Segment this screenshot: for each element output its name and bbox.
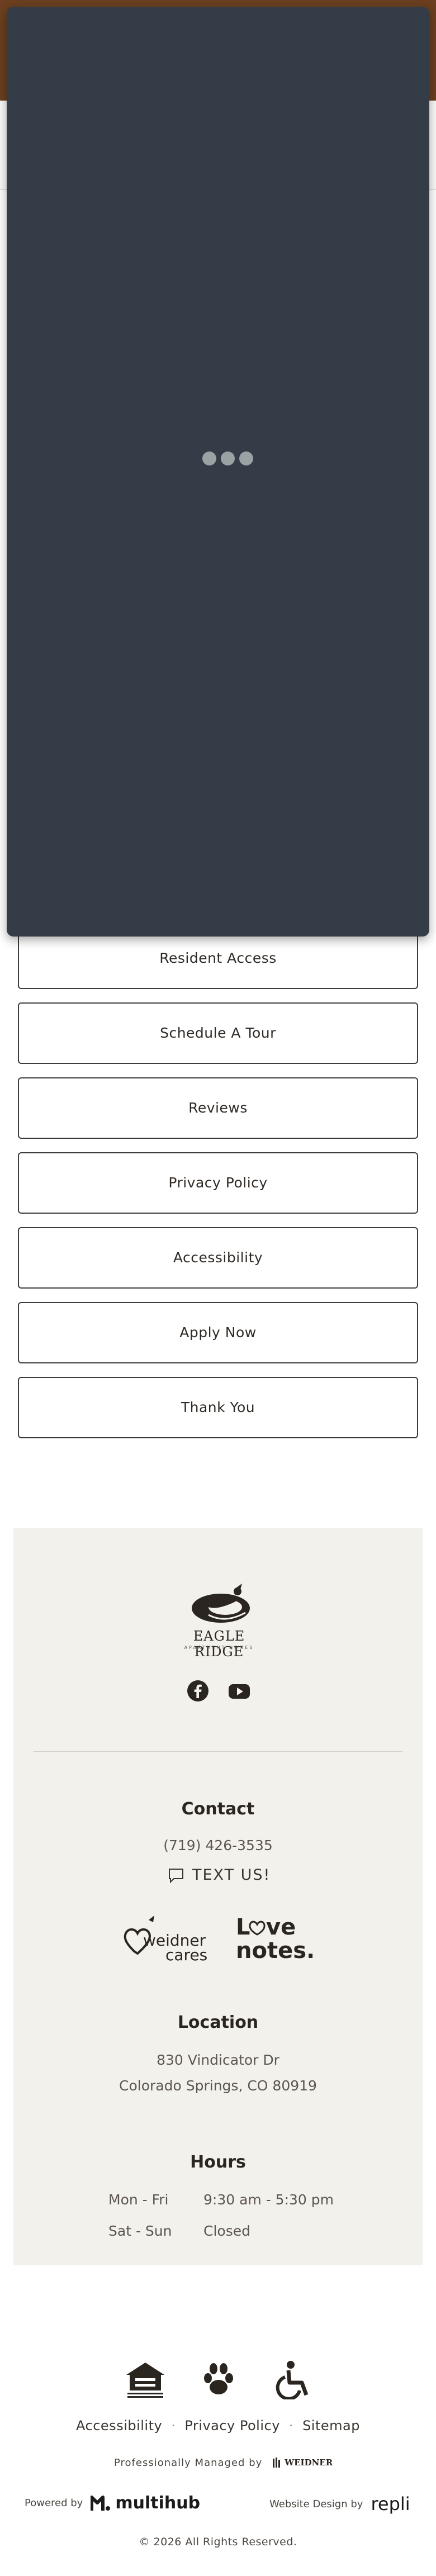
managed-by: Professionally Managed by WEIDNER bbox=[114, 2456, 333, 2469]
multihub-mark-icon bbox=[91, 2495, 111, 2511]
weidner-logo[interactable]: WEIDNER bbox=[272, 2456, 333, 2469]
text-us-label: TEXT US! bbox=[192, 1866, 271, 1884]
svg-text:notes.: notes. bbox=[236, 1938, 315, 1964]
hours-time: Closed bbox=[203, 2223, 250, 2239]
copyright: © 2026 All Rights Reserved. bbox=[139, 2536, 297, 2548]
footer-links: Accessibility · Privacy Policy · Sitemap bbox=[0, 2418, 436, 2434]
footer-divider bbox=[34, 1751, 402, 1752]
link-resident-access[interactable]: Resident Access bbox=[18, 928, 418, 989]
link-thank-you[interactable]: Thank You bbox=[18, 1377, 418, 1438]
text-us-link[interactable]: TEXT US! bbox=[168, 1866, 271, 1884]
link-accessibility[interactable]: Accessibility bbox=[18, 1227, 418, 1289]
link-privacy-policy[interactable]: Privacy Policy bbox=[18, 1152, 418, 1214]
location-heading: Location bbox=[177, 2013, 259, 2032]
weidner-mark-icon bbox=[273, 2458, 281, 2468]
hours-time: 9:30 am - 5:30 pm bbox=[203, 2192, 334, 2208]
address-line-2[interactable]: Colorado Springs, CO 80919 bbox=[13, 2078, 423, 2094]
svg-text:L: L bbox=[236, 1914, 250, 1940]
link-reviews[interactable]: Reviews bbox=[18, 1077, 418, 1139]
youtube-icon[interactable] bbox=[228, 1680, 250, 1702]
multihub-logo[interactable]: multihub bbox=[91, 2493, 200, 2513]
design-by: Website Design by repli bbox=[269, 2493, 410, 2515]
link-separator: · bbox=[288, 2418, 294, 2434]
chat-icon bbox=[169, 1868, 183, 1883]
address-line-1[interactable]: 830 Vindicator Dr bbox=[13, 2052, 423, 2068]
svg-text:cares: cares bbox=[165, 1946, 207, 1964]
phone-link[interactable]: (719) 426-3535 bbox=[13, 1837, 423, 1853]
footer-link-privacy-policy[interactable]: Privacy Policy bbox=[184, 2418, 280, 2434]
weidner-wordmark: WEIDNER bbox=[285, 2458, 333, 2468]
powered-by: Powered by multihub bbox=[25, 2493, 200, 2513]
loading-indicator bbox=[202, 451, 253, 465]
quick-links: Resident Access Schedule A Tour Reviews … bbox=[18, 928, 418, 1452]
eagle-ridge-logo[interactable]: EAGLE RIDGE APARTMENT HOMES bbox=[172, 1579, 267, 1660]
hours-day: Mon - Fri bbox=[108, 2192, 169, 2208]
footer-link-accessibility[interactable]: Accessibility bbox=[76, 2418, 162, 2434]
eagle-icon bbox=[192, 1584, 250, 1623]
loading-modal bbox=[7, 7, 429, 937]
hours-heading: Hours bbox=[190, 2152, 246, 2172]
love-notes-logo[interactable]: L ve notes. bbox=[235, 1913, 319, 1966]
svg-text:ve: ve bbox=[266, 1914, 296, 1940]
loading-dot bbox=[239, 451, 253, 465]
logo-wordmark: EAGLE RIDGE bbox=[193, 1628, 245, 1660]
hours-day: Sat - Sun bbox=[108, 2223, 172, 2239]
pet-friendly-icon bbox=[199, 2360, 238, 2402]
equal-housing-icon bbox=[124, 2360, 167, 2402]
accessibility-icon bbox=[274, 2360, 313, 2402]
footer-link-sitemap[interactable]: Sitemap bbox=[302, 2418, 360, 2434]
powered-by-label: Powered by bbox=[25, 2497, 83, 2509]
footer-card: EAGLE RIDGE APARTMENT HOMES Contact (719… bbox=[13, 1528, 423, 2265]
link-apply-now[interactable]: Apply Now bbox=[18, 1302, 418, 1363]
weidner-cares-logo[interactable]: weidner cares bbox=[121, 1913, 216, 1966]
logo-tagline: APARTMENT HOMES bbox=[184, 1645, 254, 1650]
link-schedule-a-tour[interactable]: Schedule A Tour bbox=[18, 1002, 418, 1064]
facebook-icon[interactable] bbox=[187, 1680, 209, 1702]
loading-dot bbox=[202, 451, 216, 465]
contact-heading: Contact bbox=[181, 1799, 255, 1819]
link-separator: · bbox=[171, 2418, 176, 2434]
repli-logo[interactable]: repli bbox=[371, 2493, 410, 2515]
managed-by-label: Professionally Managed by bbox=[114, 2456, 263, 2469]
loading-dot bbox=[221, 451, 235, 465]
multihub-wordmark: multihub bbox=[115, 2493, 201, 2513]
design-by-label: Website Design by bbox=[269, 2498, 363, 2510]
